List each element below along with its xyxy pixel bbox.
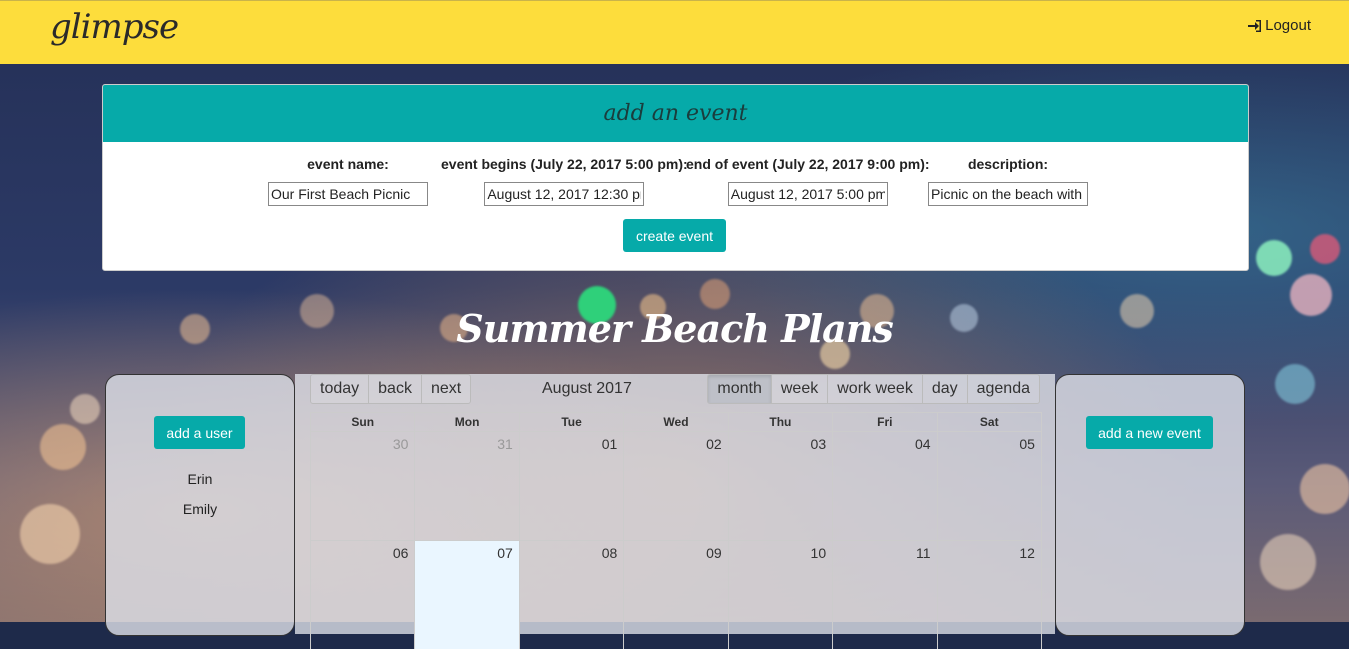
day-cell[interactable]: 31	[414, 432, 518, 540]
description-input[interactable]	[928, 182, 1088, 206]
event-name-input[interactable]	[268, 182, 428, 206]
add-new-event-button[interactable]: add a new event	[1086, 416, 1213, 449]
event-fields: event name: event begins (July 22, 2017 …	[103, 142, 1248, 222]
day-cell[interactable]: 03	[727, 432, 832, 540]
user-list: Erin Emily	[106, 470, 294, 530]
sign-in-icon	[1248, 19, 1262, 32]
event-end-field: end of event (July 22, 2017 9:00 pm):	[686, 156, 930, 206]
view-agenda-button[interactable]: agenda	[966, 375, 1039, 403]
next-button[interactable]: next	[420, 375, 471, 403]
weekday-label: Wed	[623, 413, 727, 431]
event-name-field: event name:	[268, 156, 428, 206]
day-cell[interactable]: 30	[311, 432, 414, 540]
logout-link[interactable]: Logout	[1247, 17, 1311, 34]
day-cell[interactable]: 12	[936, 541, 1041, 649]
view-week-button[interactable]: week	[770, 375, 828, 403]
month-label: August 2017	[542, 380, 632, 397]
day-cell[interactable]: 11	[832, 541, 936, 649]
calendar-view-group: month week work week day agenda	[707, 374, 1040, 404]
weekday-label: Sun	[351, 415, 375, 429]
users-panel: add a user Erin Emily	[105, 374, 295, 636]
event-name-label: event name:	[307, 156, 389, 172]
day-cell[interactable]: 09	[623, 541, 727, 649]
day-cell[interactable]: 08	[518, 541, 623, 649]
add-user-button[interactable]: add a user	[154, 416, 245, 449]
weekday-label: Tue	[518, 413, 623, 431]
weekday-label: Sat	[936, 413, 1041, 431]
week-row: 06 07 08 09 10 11 12	[311, 540, 1041, 649]
user-item[interactable]: Erin	[106, 470, 294, 500]
weekday-label: Thu	[727, 413, 832, 431]
day-cell[interactable]: 05	[936, 432, 1041, 540]
calendar-title: Summer Beach Plans	[456, 306, 893, 351]
calendar-nav-group: today back next	[310, 374, 472, 404]
description-field: description:	[928, 156, 1088, 206]
day-cell[interactable]: 02	[623, 432, 727, 540]
day-cell[interactable]: 10	[727, 541, 832, 649]
weekday-header: Sun Mon Tue Wed Thu Fri Sat	[311, 413, 1041, 431]
day-cell[interactable]: 04	[832, 432, 936, 540]
month-grid: Sun Mon Tue Wed Thu Fri Sat 30 31 01 02 …	[310, 412, 1042, 649]
event-end-label: end of event (July 22, 2017 9:00 pm):	[686, 156, 930, 172]
day-cell-today[interactable]: 07	[414, 541, 519, 649]
event-begins-label: event begins (July 22, 2017 5:00 pm):	[441, 156, 688, 172]
event-end-input[interactable]	[727, 182, 888, 206]
event-begins-field: event begins (July 22, 2017 5:00 pm):	[441, 156, 688, 206]
back-button[interactable]: back	[368, 375, 421, 403]
view-work-week-button[interactable]: work week	[827, 375, 922, 403]
logout-label: Logout	[1265, 17, 1311, 34]
user-item[interactable]: Emily	[106, 500, 294, 530]
top-bar: glimpse Logout	[0, 0, 1349, 64]
day-cell[interactable]: 06	[311, 541, 414, 649]
weekday-label: Mon	[414, 413, 518, 431]
weekday-label: Fri	[832, 413, 936, 431]
event-begins-input[interactable]	[484, 182, 645, 206]
week-row: 30 31 01 02 03 04 05	[311, 431, 1041, 540]
today-button[interactable]: today	[311, 375, 369, 403]
view-day-button[interactable]: day	[921, 375, 967, 403]
create-event-button[interactable]: create event	[623, 219, 726, 252]
app-logo[interactable]: glimpse	[50, 7, 179, 47]
add-event-panel: add an event event name: event begins (J…	[102, 84, 1249, 271]
day-cell[interactable]: 01	[518, 432, 623, 540]
calendar-toolbar: today back next August 2017 month week w…	[310, 374, 1040, 404]
description-label: description:	[967, 156, 1049, 172]
add-event-heading: add an event	[103, 85, 1248, 142]
view-month-button[interactable]: month	[708, 375, 771, 403]
events-panel: add a new event	[1055, 374, 1245, 636]
calendar: today back next August 2017 month week w…	[295, 374, 1055, 649]
